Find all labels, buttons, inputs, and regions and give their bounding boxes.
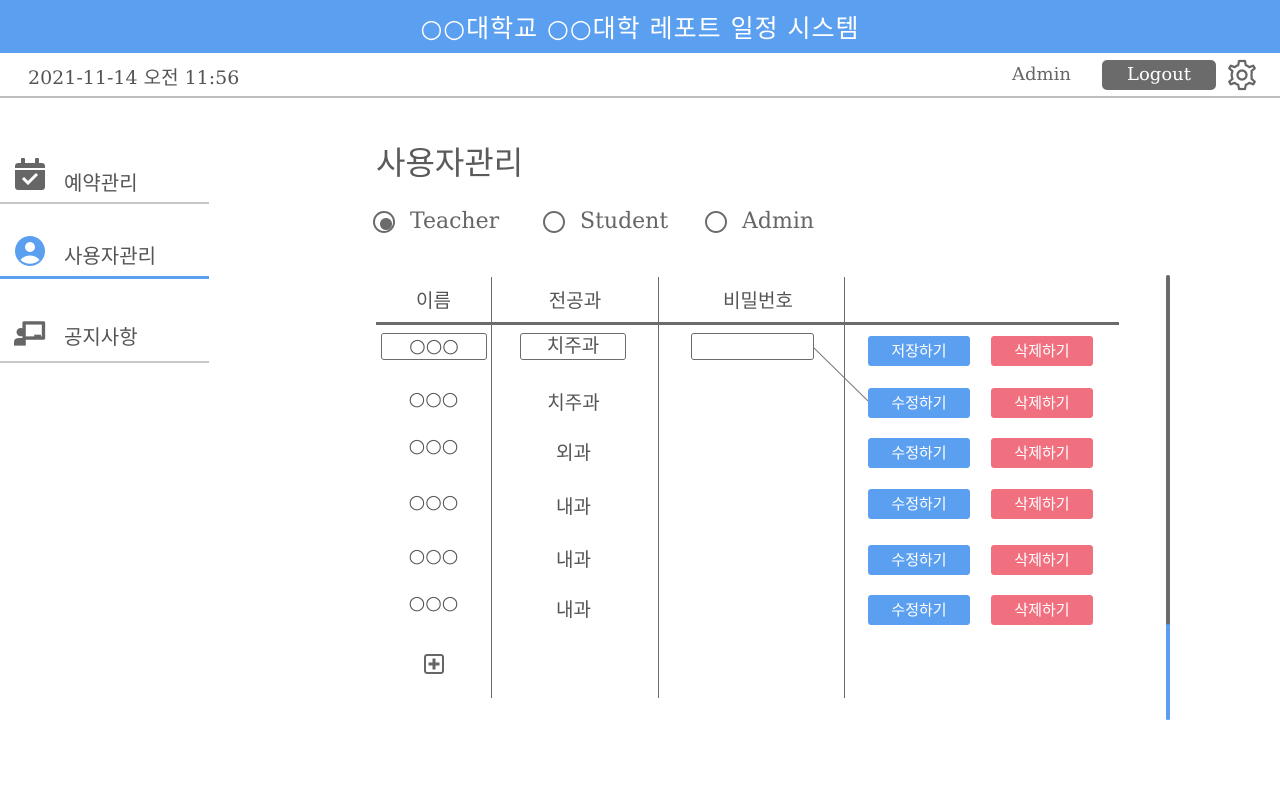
radio-unselected-icon — [705, 211, 727, 233]
edit-button[interactable]: 수정하기 — [868, 388, 970, 418]
password-input[interactable] — [691, 333, 814, 360]
radio-label: Admin — [742, 209, 815, 234]
name-input[interactable]: ○○○ — [381, 333, 487, 360]
gear-icon[interactable] — [1226, 59, 1258, 91]
delete-button[interactable]: 삭제하기 — [991, 388, 1093, 418]
app-title: ○○대학교 ○○대학 레포트 일정 시스템 — [420, 14, 860, 43]
edit-button[interactable]: 수정하기 — [868, 545, 970, 575]
row-major: 외과 — [556, 442, 591, 464]
datetime: 2021-11-14 오전 11:56 — [28, 67, 240, 89]
chalkboard-teacher-icon — [14, 321, 46, 346]
header-divider — [376, 322, 1119, 325]
row-name: ○○○ — [408, 545, 459, 567]
sidebar-item-label: 공지사항 — [64, 325, 138, 349]
logout-button[interactable]: Logout — [1102, 60, 1216, 90]
column-divider — [844, 277, 845, 698]
sidebar-item-reservations[interactable]: 예약관리 — [0, 138, 209, 204]
delete-button[interactable]: 삭제하기 — [991, 595, 1093, 625]
delete-button[interactable]: 삭제하기 — [991, 438, 1093, 468]
radio-label: Student — [580, 209, 669, 234]
radio-selected-icon — [373, 211, 395, 233]
row-major: 내과 — [556, 496, 591, 518]
edit-button[interactable]: 수정하기 — [868, 595, 970, 625]
row-name: ○○○ — [408, 491, 459, 513]
column-header-name: 이름 — [416, 290, 451, 312]
row-major: 내과 — [556, 599, 591, 621]
major-input[interactable]: 치주과 — [520, 333, 626, 360]
connector-line — [813, 347, 869, 402]
calendar-check-icon — [15, 158, 45, 190]
title-bar: ○○대학교 ○○대학 레포트 일정 시스템 — [0, 0, 1280, 53]
row-name: ○○○ — [408, 388, 459, 410]
edit-button[interactable]: 수정하기 — [868, 438, 970, 468]
sidebar-item-notices[interactable]: 공지사항 — [0, 297, 209, 363]
column-divider — [491, 277, 492, 698]
scrollbar-thumb[interactable] — [1166, 624, 1170, 720]
sidebar-item-label: 사용자관리 — [64, 244, 156, 268]
row-name: ○○○ — [408, 592, 459, 614]
delete-button[interactable]: 삭제하기 — [991, 489, 1093, 519]
current-user: Admin — [1012, 64, 1071, 85]
sidebar-item-label: 예약관리 — [64, 171, 138, 195]
delete-button[interactable]: 삭제하기 — [991, 545, 1093, 575]
edit-button[interactable]: 수정하기 — [868, 489, 970, 519]
sub-header: 2021-11-14 오전 11:56 Admin Logout — [0, 53, 1280, 98]
radio-unselected-icon — [543, 211, 565, 233]
sidebar-item-user-management[interactable]: 사용자관리 — [0, 212, 209, 279]
delete-button[interactable]: 삭제하기 — [991, 336, 1093, 366]
plus-square-icon[interactable] — [424, 654, 444, 674]
page-title: 사용자관리 — [376, 144, 524, 182]
user-circle-icon — [15, 236, 45, 266]
row-major: 내과 — [556, 549, 591, 571]
row-major: 치주과 — [547, 392, 600, 414]
column-header-major: 전공과 — [548, 290, 602, 312]
row-name: ○○○ — [408, 435, 459, 457]
column-header-password: 비밀번호 — [723, 290, 793, 312]
radio-label: Teacher — [410, 209, 500, 234]
column-divider — [658, 277, 659, 698]
save-button[interactable]: 저장하기 — [868, 336, 970, 366]
